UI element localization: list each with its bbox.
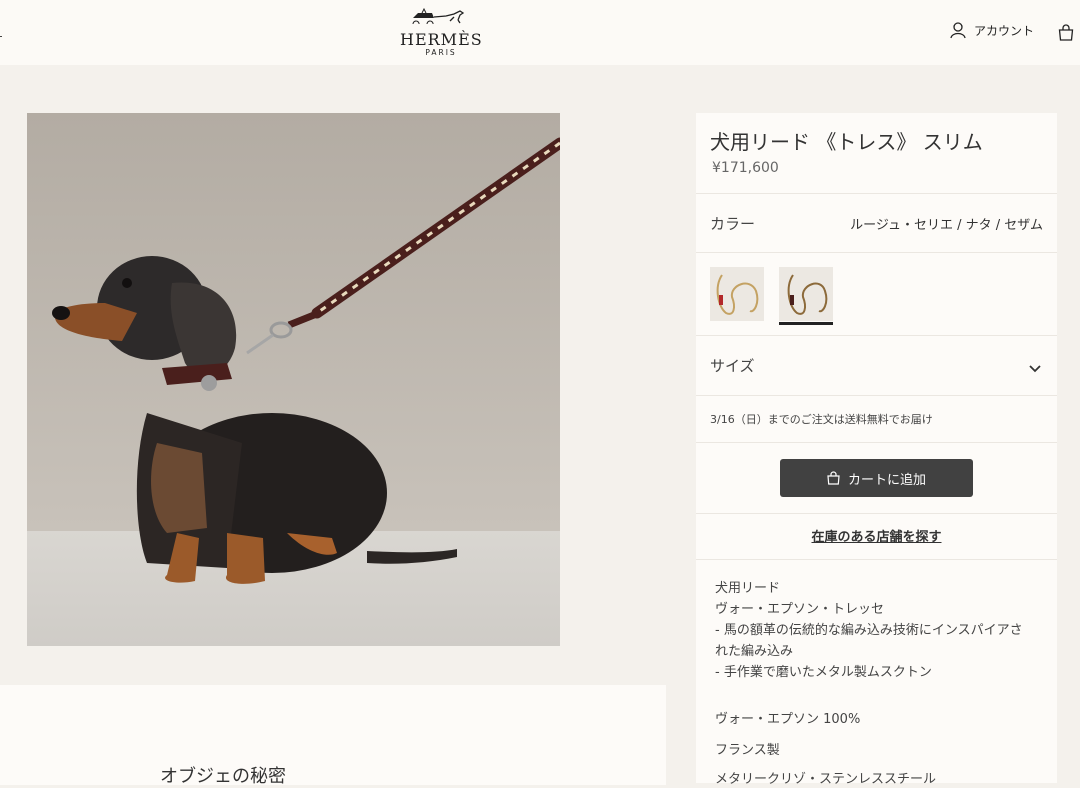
account-label: アカウント <box>974 24 1035 38</box>
material-text: ヴォー・エプソン 100% <box>715 712 861 727</box>
shopping-bag-icon <box>1058 24 1074 41</box>
site-header: HERMÈS PARIS アカウント <box>0 0 1080 65</box>
color-swatch-2-selected[interactable] <box>779 267 833 325</box>
size-label: サイズ <box>710 357 755 375</box>
dog-with-leash-image <box>27 113 560 646</box>
carriage-logo-icon <box>412 7 465 28</box>
product-story-title: オブジェの秘密 <box>160 766 286 787</box>
add-to-cart-button[interactable]: カートに追加 <box>780 459 973 497</box>
product-photo[interactable] <box>27 113 560 646</box>
delivery-note: 3/16（日）までのご注文は送料無料でお届け <box>710 413 933 426</box>
product-title: 犬用リード 《トレス》 スリム <box>710 130 983 154</box>
account-link[interactable]: アカウント <box>950 22 1034 39</box>
color-swatch-1[interactable] <box>710 267 764 321</box>
brand-wordmark: HERMÈS <box>400 30 483 49</box>
origin-text: フランス製 <box>715 743 780 758</box>
chevron-down-icon[interactable] <box>1028 359 1042 378</box>
shopping-bag-icon <box>827 471 840 485</box>
partial-detail-text: メタリークリゾ・ステンレススチール <box>715 772 937 787</box>
description-line: ヴォー・エプソン・トレッセ <box>715 602 885 617</box>
brand-subtitle: PARIS <box>425 48 457 57</box>
description-line: れた編み込み <box>715 644 794 659</box>
color-value: ルージュ・セリエ / ナタ / セザム <box>850 218 1043 233</box>
product-story-panel <box>0 685 666 785</box>
hermes-logo[interactable]: HERMÈS PARIS <box>400 7 483 57</box>
cart-bag-button[interactable] <box>1058 24 1074 45</box>
menu-edge-icon[interactable] <box>0 36 2 37</box>
description-line: - 馬の額革の伝統的な編み込み技術にインスパイアさ <box>715 623 1023 638</box>
product-info-panel: 犬用リード 《トレス》 スリム ¥171,600 カラー ルージュ・セリエ / … <box>696 113 1057 787</box>
product-description: 犬用リード ヴォー・エプソン・トレッセ - 馬の額革の伝統的な編み込み技術にイン… <box>715 578 1045 683</box>
find-store-link[interactable]: 在庫のある店舗を探す <box>696 526 1057 545</box>
leash-red-thumb <box>716 274 759 315</box>
description-line: - 手作業で磨いたメタル製ムスクトン <box>715 665 932 680</box>
leash-brown-thumb <box>787 274 828 315</box>
add-to-cart-label: カートに追加 <box>847 472 926 488</box>
product-price: ¥171,600 <box>712 160 779 176</box>
person-icon <box>950 22 966 39</box>
description-line: 犬用リード <box>715 581 781 596</box>
color-label: カラー <box>710 215 756 233</box>
